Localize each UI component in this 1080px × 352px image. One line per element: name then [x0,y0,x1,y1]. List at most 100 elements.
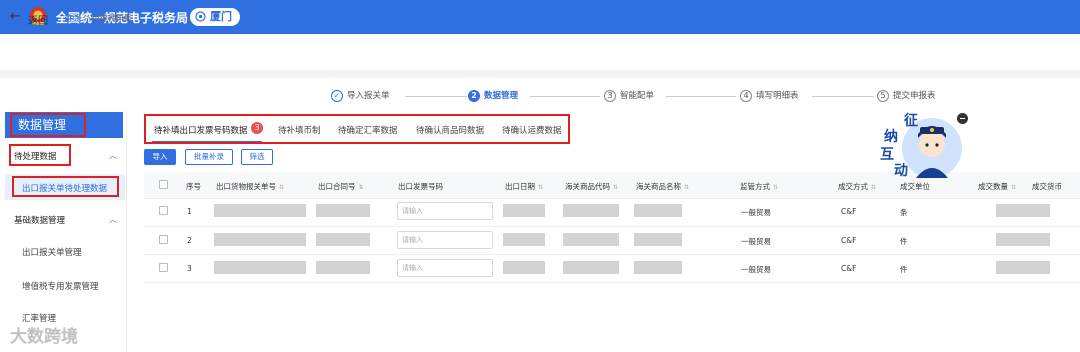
sort-icon[interactable]: ⇅ [871,184,876,191]
step-number: 3 [604,89,616,102]
step-connector [530,96,600,97]
batch-fill-button[interactable]: 批量补录 [185,149,233,165]
redacted-deal-qty [996,261,1050,274]
step-smart-match[interactable]: 3 智能配单 [604,89,654,102]
mascot-char: 纳 [884,129,898,145]
row-divider [144,198,1080,199]
invoice-input[interactable]: 请输入 [397,259,493,277]
col-label: 出口合同号 [318,182,356,191]
col-deal-method[interactable]: 成交方式 ⇅ [838,181,876,192]
col-label: 成交方式 [838,182,868,191]
col-hs-code[interactable]: 海关商品代码 ⇅ [565,181,618,192]
sidebar-item-vat-invoice[interactable]: 增值税专用发票管理 [22,280,99,292]
step-label: 数据管理 [484,91,519,101]
chevron-up-icon[interactable]: ︿ [109,214,117,225]
step-connector [405,96,467,97]
row-divider [144,282,1080,283]
step-number: 2 [468,89,480,102]
deal-method-value: C&F [841,207,857,216]
highlight-box [9,144,71,166]
invoice-input[interactable]: 请输入 [397,231,493,249]
redacted-export-date [503,261,545,274]
redacted-export-date [503,233,545,246]
close-icon[interactable] [957,113,968,124]
step-import[interactable]: ✓ 导入报关单 [331,89,390,102]
step-label: 提交申报表 [893,91,936,101]
step-number: 4 [740,89,752,102]
col-deal-qty[interactable]: 成交数量 ⇅ [978,181,1016,192]
redacted-declaration-no [214,261,306,274]
sort-icon[interactable]: ⇅ [1011,184,1016,191]
sort-icon[interactable]: ⇅ [773,184,778,191]
row-index: 3 [187,264,192,273]
row-checkbox[interactable] [159,206,168,215]
sort-icon[interactable]: ⇅ [359,184,364,191]
redacted-contract-no [316,261,370,274]
col-deal-unit: 成交单位 [900,182,930,191]
step-data-manage[interactable]: 2 数据管理 [468,89,518,102]
redacted-declaration-no [214,233,306,246]
sort-icon[interactable]: ⇅ [613,184,618,191]
sidebar-header: 数据管理 [10,113,86,137]
location-pin-icon [195,11,206,22]
chevron-up-icon[interactable]: ︿ [109,150,117,161]
region-selector[interactable]: 厦门 [190,8,240,26]
col-label: 出口货物报关单号 [216,182,276,191]
row-index: 2 [187,236,192,245]
supervision-value: 一般贸易 [741,265,771,274]
highlight-box [144,114,570,144]
deal-unit-value: 条 [900,208,908,217]
invoice-input[interactable]: 请输入 [397,202,493,220]
mascot-char: 动 [894,163,908,179]
back-button[interactable]: 返回 [28,12,48,27]
row-divider [144,254,1080,255]
sort-icon[interactable]: ⇅ [684,184,689,191]
sort-icon[interactable]: ⇅ [279,184,284,191]
col-contract-no[interactable]: 出口合同号 ⇅ [318,181,364,192]
back-arrow-icon[interactable]: ← [10,9,21,24]
redacted-hs-name [634,261,682,274]
mascot-char: 征 [904,113,918,129]
redacted-contract-no [316,233,370,246]
col-declaration-no[interactable]: 出口货物报关单号 ⇅ [216,181,284,192]
redacted-hs-name [634,204,682,217]
col-export-date[interactable]: 出口日期 ⇅ [505,181,543,192]
breadcrumb-current: 免退税申报 [92,14,132,23]
back-row [0,34,1080,70]
watermark: 大数跨境 [10,327,78,347]
sidebar-group-basic[interactable]: 基础数据管理 [14,214,65,226]
filter-button[interactable]: 筛选 [241,149,273,165]
sidebar-item-export-manage[interactable]: 出口报关单管理 [22,246,82,258]
row-index: 1 [187,207,192,216]
breadcrumb-home[interactable]: 首页 [64,13,80,24]
step-label: 导入报关单 [347,91,390,101]
row-checkbox[interactable] [159,235,168,244]
deal-unit-value: 件 [900,237,908,246]
col-label: 出口日期 [505,182,535,191]
supervision-value: 一般贸易 [741,208,771,217]
col-label: 监管方式 [740,182,770,191]
deal-method-value: C&F [841,264,857,273]
sort-icon[interactable]: ⇅ [538,184,543,191]
section-divider [0,70,1080,78]
import-button[interactable]: 导入 [144,149,176,165]
col-index: 序号 [186,182,201,191]
redacted-deal-qty [996,233,1050,246]
row-checkbox[interactable] [159,263,168,272]
breadcrumb-separator: > [84,13,91,22]
step-label: 智能配单 [620,91,655,101]
col-invoice-no: 出口发票号码 [398,182,443,191]
step-fill-detail[interactable]: 4 填写明细表 [740,89,799,102]
check-circle-icon: ✓ [331,89,343,102]
row-divider [144,226,1080,227]
region-label: 厦门 [210,10,232,23]
redacted-hs-code [563,261,619,274]
supervision-value: 一般贸易 [741,237,771,246]
deal-method-value: C&F [841,236,857,245]
col-hs-name[interactable]: 海关商品名称 ⇅ [636,181,689,192]
col-supervision[interactable]: 监管方式 ⇅ [740,181,778,192]
step-submit[interactable]: 5 提交申报表 [877,89,936,102]
select-all-checkbox[interactable] [159,180,168,189]
col-currency: 成交货币 [1032,182,1062,191]
step-connector [666,96,736,97]
